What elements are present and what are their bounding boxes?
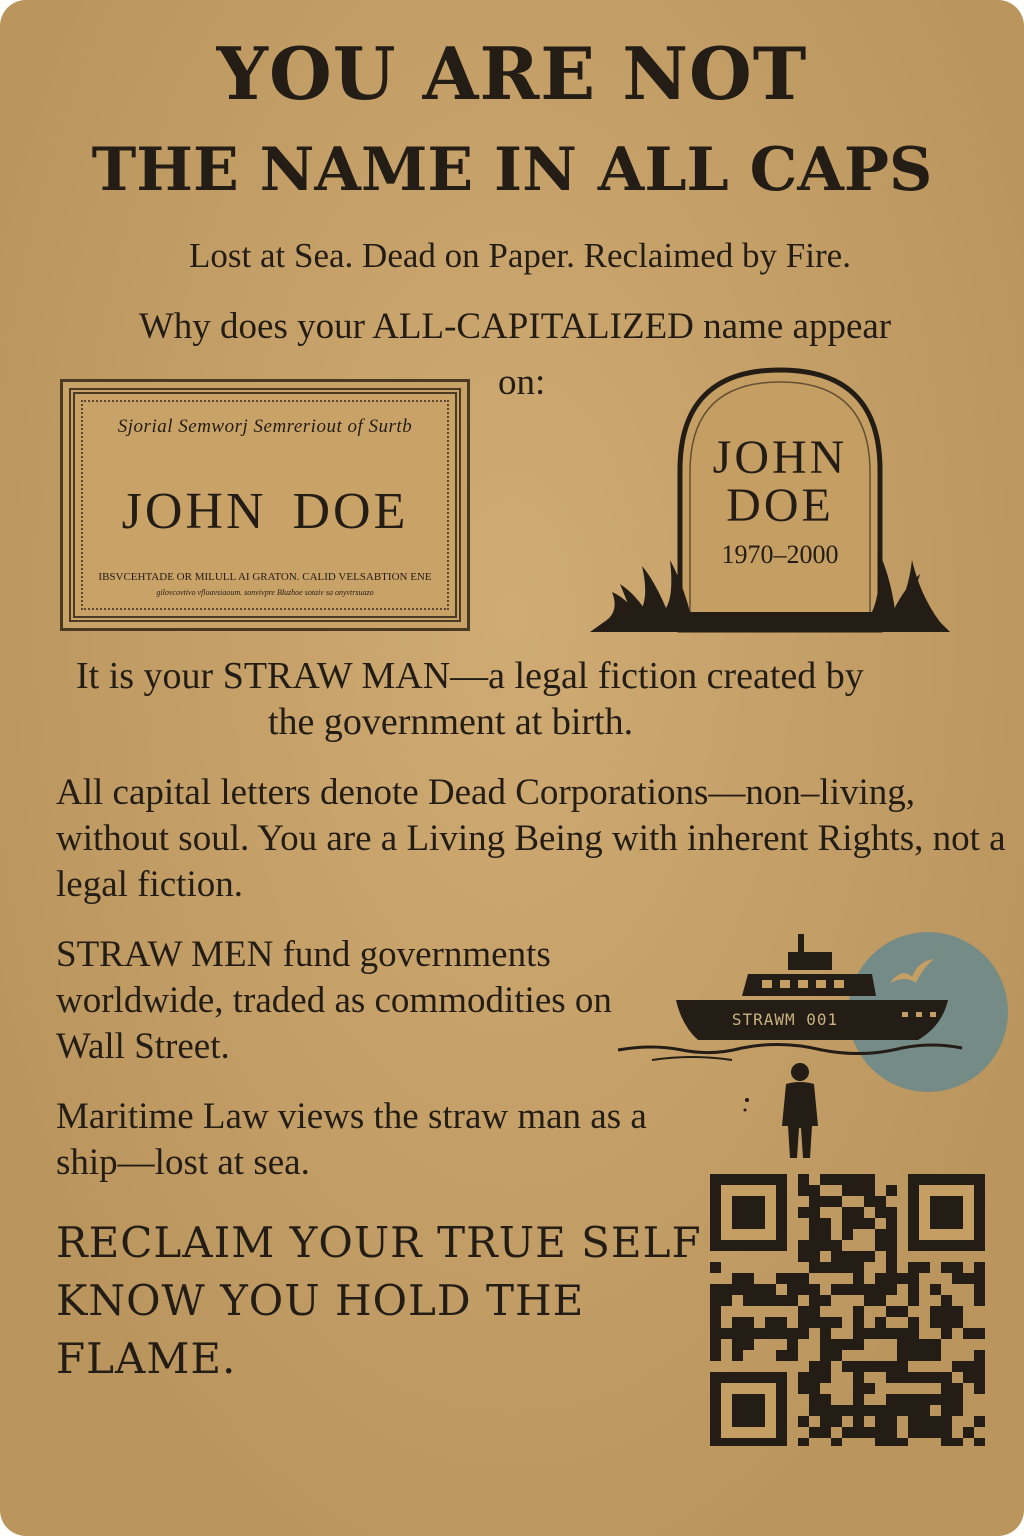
paragraph-fund: STRAW MEN fund governments worldwide, tr… xyxy=(56,934,612,1067)
certificate-heading: Sjorial Semworj Semreriout of Surtb xyxy=(117,416,413,437)
title-line-1: YOU ARE NOT xyxy=(216,31,808,116)
ship-icon xyxy=(617,934,963,1061)
paragraph-corporations: All capital letters denote Dead Corporat… xyxy=(56,772,1006,905)
certificate-frame: Sjorial Semworj Semreriout of Surtb JOHN… xyxy=(69,388,461,622)
certificate-fine-print: IBSVCEHTADE OR MILULL AI GRATON. CALID V… xyxy=(98,571,432,583)
subtitle: Lost at Sea. Dead on Paper. Reclaimed by… xyxy=(189,236,851,275)
qr-code[interactable] xyxy=(710,1174,988,1446)
straw-man-line-2: the government at birth. xyxy=(268,701,634,743)
tombstone-first-name: JOHN xyxy=(712,431,848,484)
question-line-1: Why does your ALL-CAPITALIZED name appea… xyxy=(138,306,892,347)
birth-certificate: Sjorial Semworj Semreriout of Surtb JOHN… xyxy=(60,379,470,631)
tombstone-last-name: DOE xyxy=(726,479,834,532)
certificate-fine-print-2: gilovcovtivo vfloavsiaoum. sonvivpre Blu… xyxy=(156,588,374,597)
certificate-name: JOHN DOE xyxy=(121,483,409,540)
call-to-action: RECLAIM YOUR TRUE SELF KNOW YOU HOLD THE… xyxy=(56,1218,702,1383)
poster: YOU ARE NOT THE NAME IN ALL CAPS Lost at… xyxy=(0,0,1024,1536)
ship-label: STRAWM 001 xyxy=(731,1010,839,1029)
question-line-2: on: xyxy=(498,362,546,403)
tombstone-dates: 1970–2000 xyxy=(721,540,839,569)
paragraph-maritime: Maritime Law views the straw man as a sh… xyxy=(56,1096,647,1183)
title-line-2: THE NAME IN ALL CAPS xyxy=(91,135,933,205)
dots-decoration xyxy=(743,1098,749,1112)
person-icon xyxy=(782,1063,818,1158)
straw-man-line-1: It is your STRAW MAN—a legal fiction cre… xyxy=(76,655,864,697)
